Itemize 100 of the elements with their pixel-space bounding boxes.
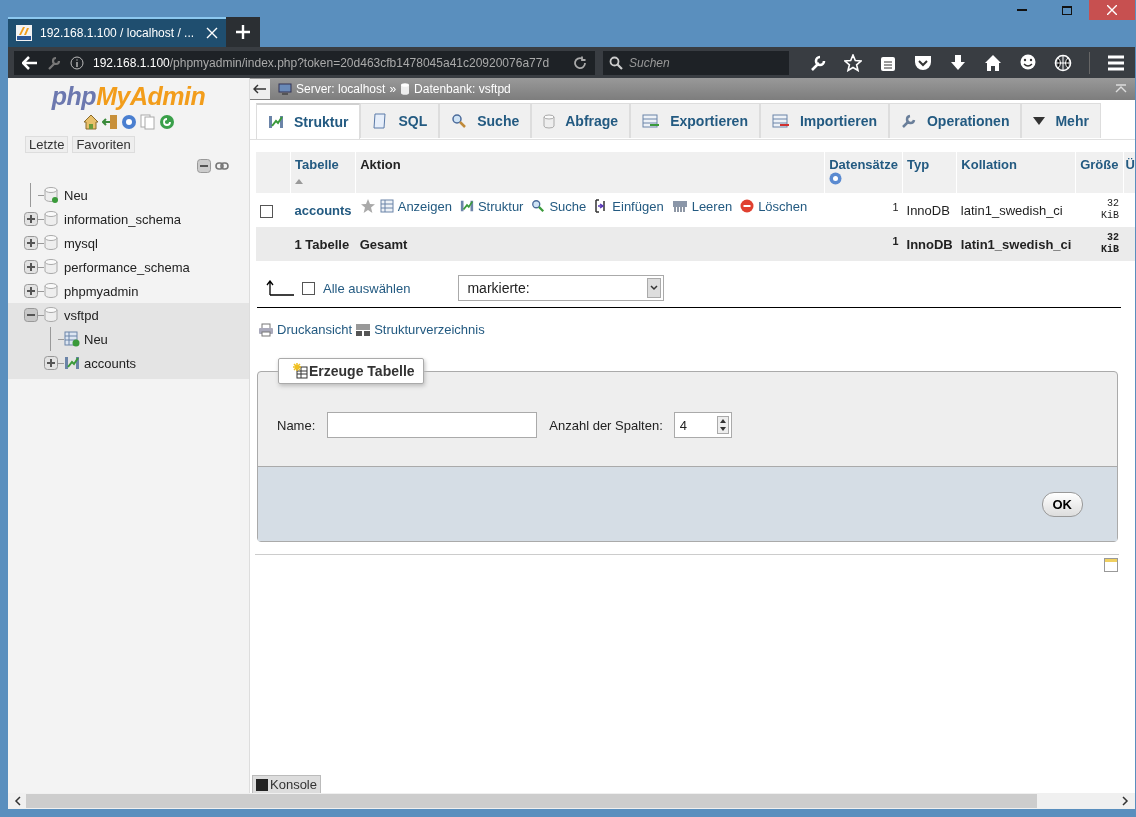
collapse-all-icon[interactable] bbox=[197, 159, 211, 173]
action-link[interactable]: Struktur bbox=[477, 198, 524, 214]
search-field[interactable]: Suchen bbox=[603, 50, 789, 75]
expander-icon[interactable] bbox=[24, 212, 38, 226]
printer-icon bbox=[258, 322, 274, 337]
expander-icon[interactable] bbox=[24, 284, 38, 298]
column-header[interactable]: Typ bbox=[902, 152, 957, 193]
action-link[interactable]: Löschen bbox=[758, 198, 808, 214]
phpmyadmin-logo[interactable]: phpMyAdmin bbox=[8, 82, 249, 111]
horizontal-scrollbar[interactable] bbox=[8, 793, 1135, 809]
table-link[interactable]: accounts bbox=[84, 355, 137, 371]
table-link[interactable]: accounts bbox=[294, 202, 352, 218]
database-icon bbox=[44, 307, 58, 323]
help-icon[interactable] bbox=[120, 114, 137, 130]
back-arrow-icon[interactable] bbox=[22, 55, 38, 70]
link-icon[interactable] bbox=[215, 161, 229, 171]
pocket-icon[interactable] bbox=[914, 53, 932, 72]
nav-tab[interactable]: Importieren bbox=[759, 103, 889, 138]
expander-icon[interactable] bbox=[44, 356, 58, 370]
info-icon[interactable] bbox=[70, 55, 84, 70]
column-header[interactable]: Datensätze bbox=[824, 152, 903, 193]
star-icon[interactable] bbox=[844, 53, 862, 72]
database-icon bbox=[44, 211, 58, 227]
total-label: Gesamt bbox=[355, 227, 825, 261]
reload-icon[interactable] bbox=[573, 55, 587, 70]
expander-icon[interactable] bbox=[24, 236, 38, 250]
logout-icon[interactable] bbox=[101, 114, 118, 130]
column-header[interactable]: Kollation bbox=[956, 152, 1076, 193]
select-all-checkbox[interactable] bbox=[302, 281, 315, 295]
engine-cell: InnoDB bbox=[902, 193, 957, 227]
close-icon[interactable] bbox=[206, 27, 219, 39]
globe-pencil-icon[interactable] bbox=[1054, 53, 1072, 72]
reload-icon[interactable] bbox=[158, 114, 175, 130]
new-tab-button[interactable] bbox=[226, 17, 261, 47]
console-tab[interactable]: Konsole bbox=[252, 775, 321, 793]
nav-tab[interactable]: Suche bbox=[439, 103, 532, 138]
collapse-up-icon[interactable] bbox=[1115, 84, 1127, 94]
dropdown-caret-icon bbox=[647, 278, 662, 298]
collation-cell: latin1_swedish_ci bbox=[956, 227, 1076, 261]
nav-tab[interactable]: SQL bbox=[360, 103, 440, 138]
close-button[interactable] bbox=[1089, 0, 1135, 20]
column-header[interactable]: Ü bbox=[1123, 152, 1135, 193]
wrench-icon[interactable] bbox=[809, 53, 827, 72]
ok-button[interactable]: OK bbox=[1041, 491, 1083, 517]
action-link[interactable]: Anzeigen bbox=[397, 198, 452, 214]
print-view-link[interactable]: Druckansicht bbox=[277, 322, 353, 337]
database-link[interactable]: vsftpd bbox=[64, 307, 99, 323]
menu-icon[interactable] bbox=[1107, 54, 1125, 71]
name-input[interactable] bbox=[327, 412, 538, 438]
nav-tab[interactable]: Operationen bbox=[889, 103, 1022, 138]
expander-icon[interactable] bbox=[24, 260, 38, 274]
bulk-action-dropdown[interactable]: markierte: bbox=[458, 275, 665, 301]
expander-icon[interactable] bbox=[24, 308, 38, 322]
database-link[interactable]: performance_schema bbox=[64, 259, 190, 275]
action-link[interactable]: Einfügen bbox=[612, 198, 664, 214]
database-link[interactable]: information_schema bbox=[64, 211, 182, 227]
data-dictionary-link[interactable]: Strukturverzeichnis bbox=[374, 322, 485, 337]
address-bar[interactable]: 192.168.1.100/phpmyadmin/index.php?token=20d463cfb1478045a41c20920076a77d bbox=[14, 50, 595, 75]
help-icon[interactable] bbox=[829, 172, 843, 185]
collation-cell: latin1_swedish_ci bbox=[956, 193, 1076, 227]
browser-tab[interactable]: 192.168.1.100 / localhost / ... bbox=[8, 17, 227, 47]
star-icon[interactable] bbox=[359, 198, 376, 214]
new-database-icon bbox=[44, 187, 58, 203]
scroll-right-icon[interactable] bbox=[1121, 796, 1129, 806]
nav-tab[interactable]: Abfrage bbox=[531, 103, 631, 138]
nav-tab[interactable]: Mehr bbox=[1021, 103, 1101, 138]
breadcrumb-separator: » bbox=[389, 82, 397, 96]
column-header[interactable]: Tabelle bbox=[290, 152, 356, 193]
minimize-icon bbox=[1016, 9, 1027, 11]
engine-cell: InnoDB bbox=[902, 227, 957, 261]
columns-spinner[interactable]: 4 bbox=[673, 412, 732, 438]
arrow-up-icon bbox=[266, 280, 294, 296]
download-icon[interactable] bbox=[949, 53, 967, 72]
spinner-arrows-icon[interactable] bbox=[716, 416, 729, 434]
url-text: 192.168.1.100/phpmyadmin/index.php?token=20d463cfb1478045a41c20920076a77d bbox=[93, 55, 550, 70]
scroll-left-icon[interactable] bbox=[14, 796, 22, 806]
row-checkbox[interactable] bbox=[259, 204, 273, 218]
sidebar-tab-button[interactable]: Favoriten bbox=[72, 136, 135, 153]
database-link[interactable]: mysql bbox=[64, 235, 98, 251]
sidebar-tab-button[interactable]: Letzte bbox=[25, 136, 69, 153]
database-link[interactable]: phpmyadmin bbox=[64, 283, 139, 299]
table-count: 1 Tabelle bbox=[290, 227, 356, 261]
table-browse-icon bbox=[379, 199, 394, 213]
column-header[interactable]: Größe bbox=[1075, 152, 1124, 193]
action-link[interactable]: Leeren bbox=[691, 198, 733, 214]
database-icon bbox=[44, 259, 58, 275]
name-label: Name: bbox=[277, 417, 316, 433]
terminal-icon bbox=[256, 778, 268, 791]
note-icon[interactable] bbox=[1104, 558, 1118, 572]
home-icon[interactable] bbox=[984, 53, 1002, 72]
select-all-link[interactable]: Alle auswählen bbox=[323, 280, 411, 296]
smiley-icon[interactable] bbox=[1019, 53, 1037, 72]
new-table-link[interactable]: Neu bbox=[84, 331, 108, 347]
nav-tab[interactable]: Exportieren bbox=[630, 103, 760, 138]
nav-tab[interactable]: Struktur bbox=[256, 103, 361, 139]
wrench-icon bbox=[47, 55, 61, 70]
action-link[interactable]: Suche bbox=[549, 198, 587, 214]
column-header: Aktion bbox=[355, 152, 825, 193]
database-link[interactable]: Neu bbox=[64, 187, 88, 203]
database-icon bbox=[44, 235, 58, 251]
